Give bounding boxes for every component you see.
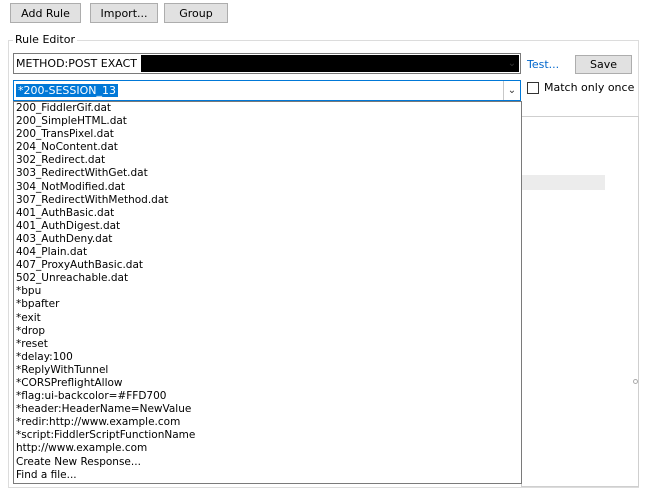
dropdown-item[interactable]: *delay:100 bbox=[14, 351, 521, 364]
background-row bbox=[521, 175, 605, 190]
dropdown-item[interactable]: *header:HeaderName=NewValue bbox=[14, 403, 521, 416]
redacted-block bbox=[141, 55, 519, 72]
dropdown-item[interactable]: 401_AuthBasic.dat bbox=[14, 207, 521, 220]
dropdown-item[interactable]: 303_RedirectWithGet.dat bbox=[14, 167, 521, 180]
response-selected-value: *200-SESSION_13 bbox=[16, 84, 118, 97]
dropdown-item[interactable]: *bpu bbox=[14, 285, 521, 298]
background-dot bbox=[633, 379, 638, 384]
background-panel bbox=[521, 116, 639, 487]
group-button[interactable]: Group bbox=[164, 3, 228, 23]
dropdown-item[interactable]: *CORSPreflightAllow bbox=[14, 377, 521, 390]
rule-editor-title: Rule Editor bbox=[13, 33, 77, 46]
import-button[interactable]: Import... bbox=[90, 3, 158, 23]
dropdown-item[interactable]: 304_NotModified.dat bbox=[14, 181, 521, 194]
response-combobox[interactable]: *200-SESSION_13 ⌄ bbox=[13, 80, 521, 101]
dropdown-item[interactable]: *redir:http://www.example.com bbox=[14, 416, 521, 429]
match-only-once-option[interactable]: Match only once bbox=[527, 81, 634, 94]
dropdown-item[interactable]: *script:FiddlerScriptFunctionName bbox=[14, 429, 521, 442]
chevron-down-icon[interactable]: ⌄ bbox=[503, 81, 520, 100]
dropdown-item[interactable]: 200_FiddlerGif.dat bbox=[14, 102, 521, 115]
dropdown-item[interactable]: 407_ProxyAuthBasic.dat bbox=[14, 259, 521, 272]
dropdown-item[interactable]: 401_AuthDigest.dat bbox=[14, 220, 521, 233]
dropdown-item[interactable]: Create New Response... bbox=[14, 456, 521, 469]
chevron-down-icon[interactable]: ⌄ bbox=[504, 54, 520, 73]
test-link[interactable]: Test... bbox=[527, 58, 559, 71]
dropdown-item[interactable]: 200_SimpleHTML.dat bbox=[14, 115, 521, 128]
response-dropdown-list[interactable]: 200_FiddlerGif.dat 200_SimpleHTML.dat 200_… bbox=[13, 101, 522, 484]
dropdown-item[interactable]: *bpafter bbox=[14, 298, 521, 311]
dropdown-item[interactable]: *exit bbox=[14, 312, 521, 325]
dropdown-item[interactable]: 200_TransPixel.dat bbox=[14, 128, 521, 141]
dropdown-item[interactable]: 404_Plain.dat bbox=[14, 246, 521, 259]
dropdown-item[interactable]: http://www.example.com bbox=[14, 442, 521, 455]
match-condition-combobox[interactable]: METHOD:POST EXACT ⌄ bbox=[13, 53, 521, 74]
dropdown-item[interactable]: *reset bbox=[14, 338, 521, 351]
save-button[interactable]: Save bbox=[575, 55, 632, 74]
match-condition-value: METHOD:POST EXACT bbox=[16, 57, 137, 70]
dropdown-item[interactable]: *ReplyWithTunnel bbox=[14, 364, 521, 377]
match-only-once-checkbox[interactable] bbox=[527, 81, 539, 94]
dropdown-item[interactable]: Find a file... bbox=[14, 469, 521, 482]
dropdown-item[interactable]: 307_RedirectWithMethod.dat bbox=[14, 194, 521, 207]
dropdown-item[interactable]: 403_AuthDeny.dat bbox=[14, 233, 521, 246]
add-rule-button[interactable]: Add Rule bbox=[10, 3, 81, 23]
dropdown-item[interactable]: *flag:ui-backcolor=#FFD700 bbox=[14, 390, 521, 403]
dropdown-item[interactable]: 302_Redirect.dat bbox=[14, 154, 521, 167]
match-only-once-label: Match only once bbox=[544, 81, 635, 94]
dropdown-item[interactable]: *drop bbox=[14, 325, 521, 338]
dropdown-item[interactable]: 204_NoContent.dat bbox=[14, 141, 521, 154]
dropdown-item[interactable]: 502_Unreachable.dat bbox=[14, 272, 521, 285]
